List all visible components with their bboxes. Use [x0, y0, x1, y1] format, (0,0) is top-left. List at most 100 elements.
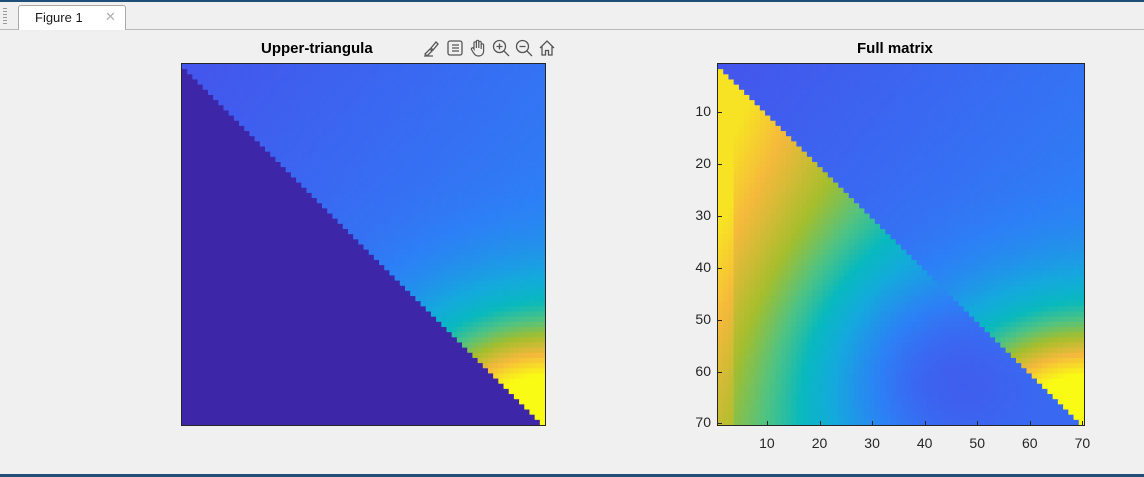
heatmap-cell: [301, 404, 308, 411]
heatmap-cell: [482, 213, 489, 220]
heatmap-cell: [441, 368, 448, 375]
heatmap-cell: [806, 64, 813, 70]
zoom-out-icon[interactable]: [514, 38, 534, 58]
heatmap-cell: [446, 141, 453, 148]
heatmap-cell: [368, 311, 375, 318]
heatmap-upper-triangular[interactable]: [181, 63, 546, 426]
heatmap-cell: [410, 357, 416, 364]
heatmap-cell: [498, 316, 505, 323]
pan-hand-icon[interactable]: [468, 38, 488, 58]
heatmap-cell: [539, 115, 545, 122]
heatmap-cell: [223, 172, 230, 179]
heatmap-cell: [218, 321, 225, 328]
heatmap-cell: [430, 156, 437, 163]
heatmap-cell: [373, 79, 380, 86]
heatmap-cell: [280, 182, 287, 189]
heatmap-cell: [202, 265, 209, 271]
heatmap-cell: [301, 161, 308, 168]
heatmap-cell: [207, 404, 214, 411]
heatmap-cell: [1031, 64, 1038, 70]
heatmap-cell: [368, 265, 375, 271]
heatmap-cell: [275, 342, 282, 349]
heatmap-cell: [451, 161, 458, 168]
heatmap-cell: [342, 151, 349, 158]
heatmap-cell: [958, 64, 965, 70]
heatmap-cell: [332, 105, 339, 112]
heatmap-cell: [508, 146, 515, 153]
heatmap-cell: [197, 399, 204, 405]
grip-icon[interactable]: [3, 8, 7, 24]
heatmap-cell: [182, 203, 188, 209]
heatmap-cell: [207, 342, 214, 349]
heatmap-cell: [202, 213, 209, 220]
heatmap-cell: [197, 79, 204, 86]
heatmap-cell: [436, 172, 442, 179]
heatmap-cell: [342, 373, 349, 380]
heatmap-cell: [539, 290, 545, 297]
heatmap-cell: [296, 239, 302, 246]
brush-icon[interactable]: [422, 38, 442, 58]
heatmap-cell: [207, 141, 214, 148]
heatmap-cell: [519, 161, 525, 168]
home-icon[interactable]: [537, 38, 557, 58]
heatmap-cell: [228, 399, 235, 405]
tab-figure-1[interactable]: Figure 1 ✕: [18, 5, 126, 30]
heatmap-cell: [384, 388, 391, 395]
heatmap-cell: [503, 105, 510, 112]
heatmap-cell: [487, 357, 494, 364]
heatmap-cell: [513, 94, 520, 101]
heatmap-cell: [233, 352, 240, 359]
heatmap-cell: [316, 275, 323, 282]
heatmap-cell: [441, 198, 448, 204]
heatmap-cell: [296, 94, 302, 101]
heatmap-cell: [285, 161, 292, 168]
heatmap-cell: [342, 409, 349, 416]
heatmap-cell: [285, 156, 292, 163]
heatmap-cell: [316, 177, 323, 184]
heatmap-cell: [275, 254, 282, 261]
heatmap-cell: [462, 213, 468, 220]
heatmap-cell: [373, 409, 380, 416]
heatmap-cell: [477, 239, 484, 246]
heatmap-full-matrix[interactable]: [717, 63, 1085, 426]
heatmap-cell: [311, 79, 318, 86]
heatmap-cell: [498, 187, 505, 194]
heatmap-cell: [264, 249, 271, 256]
heatmap-cell: [415, 89, 422, 96]
heatmap-cell: [332, 296, 339, 302]
heatmap-cell: [389, 239, 396, 246]
heatmap-cell: [446, 249, 453, 256]
heatmap-cell: [342, 311, 349, 318]
zoom-in-icon[interactable]: [491, 38, 511, 58]
heatmap-cell: [482, 332, 489, 338]
heatmap-left-canvas: [182, 64, 545, 425]
heatmap-cell: [249, 187, 256, 194]
heatmap-cell: [197, 182, 204, 189]
heatmap-cell: [187, 265, 193, 271]
heatmap-cell: [472, 239, 479, 246]
heatmap-cell: [451, 234, 458, 240]
datatip-icon[interactable]: [445, 38, 465, 58]
heatmap-cell: [223, 275, 230, 282]
heatmap-cell: [337, 141, 344, 148]
heatmap-cell: [384, 74, 391, 81]
heatmap-cell: [316, 373, 323, 380]
heatmap-cell: [218, 316, 225, 323]
heatmap-cell: [436, 125, 442, 132]
heatmap-cell: [508, 182, 515, 189]
heatmap-cell: [524, 347, 531, 354]
heatmap-cell: [296, 352, 302, 359]
heatmap-cell: [482, 229, 489, 235]
heatmap-cell: [254, 316, 261, 323]
heatmap-cell: [420, 378, 427, 385]
heatmap-cell: [404, 100, 411, 106]
heatmap-cell: [472, 161, 479, 168]
heatmap-cell: [332, 352, 339, 359]
heatmap-cell: [306, 177, 313, 184]
heatmap-cell: [436, 105, 442, 112]
heatmap-cell: [451, 156, 458, 163]
heatmap-cell: [197, 136, 204, 142]
heatmap-cell: [254, 79, 261, 86]
heatmap-cell: [487, 64, 494, 70]
close-icon[interactable]: ✕: [105, 9, 116, 25]
